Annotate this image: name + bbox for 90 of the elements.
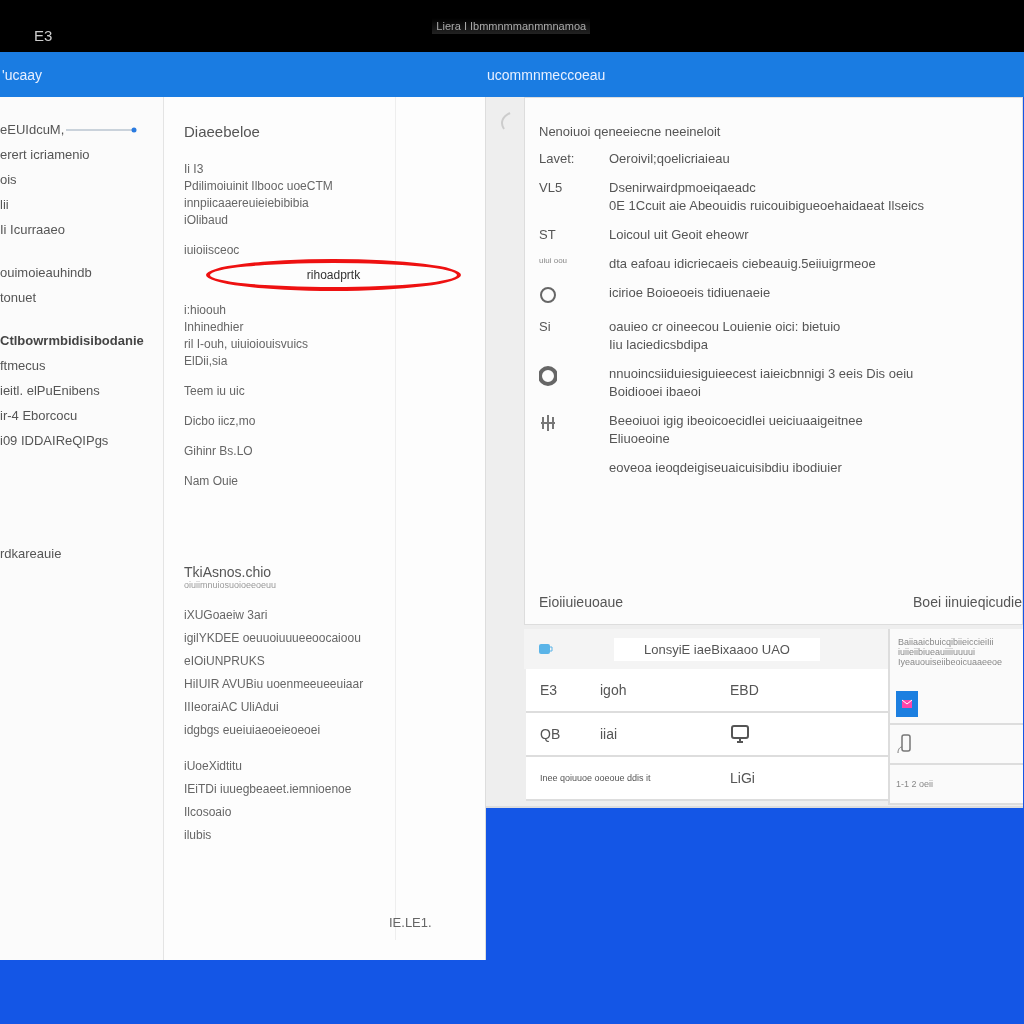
side-text: 1-1 2 oeii — [896, 778, 934, 789]
top-bar-title: Liera I Ibmmnmmanmmnamoa — [432, 18, 591, 34]
detail-text: Boidiooei ibaeoi — [609, 384, 702, 399]
table-cell-text: iiai — [600, 726, 619, 742]
circled-label: rihoadprtk — [206, 259, 461, 291]
nav-item[interactable]: erert icriamenio — [0, 147, 163, 162]
detail-text: Beeoiuoi igig ibeoicoecidlei ueiciuaaigeitnee — [609, 413, 863, 428]
detail-text: eoveoa ieoqdeigiseuaicuisibdiu ibodiuier — [609, 460, 842, 475]
nav-item[interactable]: Ii Icurraaeo — [0, 222, 163, 237]
toolbar-label: LonsyiE iaeBixaaoo UAO — [614, 637, 820, 661]
row-label: ST — [539, 227, 556, 242]
card-footer-text: Boei iinuieqicudie — [913, 594, 1022, 610]
list-item[interactable]: Dicbo iicz,mo — [184, 414, 395, 428]
list-item[interactable]: eIOiUNPRUKS — [184, 654, 395, 668]
list-item[interactable]: ril I-ouh, uiuioiouisvuics — [184, 337, 395, 351]
list-item[interactable]: ElDii,sia — [184, 354, 395, 368]
table-row[interactable]: QB iiai — [526, 713, 888, 757]
card-footer-text: Eioiiuieuoaue — [539, 594, 624, 610]
monitor-icon — [730, 724, 750, 744]
detail-text: Loicoul uit Geoit eheowr — [609, 227, 749, 242]
detail-text: Oeroivil;qoelicriaieau — [609, 151, 730, 166]
nav-item[interactable]: Ctlbowrmbidisibodanie — [0, 333, 163, 348]
list-item[interactable]: Ilcosoaio — [184, 805, 395, 819]
nav-item[interactable]: ieitl. elPuEnibens — [0, 383, 163, 398]
nav-item[interactable]: rdkareauie — [0, 546, 163, 561]
detail-text: icirioe Boioeoeis tidiuenaeie — [609, 285, 771, 300]
list-item[interactable]: Nam Ouie — [184, 474, 395, 488]
row-label: uiui oou — [539, 256, 568, 265]
detail-text: Iiu laciedicsbdipa — [609, 337, 709, 352]
list-item[interactable]: igilYKDEE oeuuoiuuueeoocaioou — [184, 631, 395, 645]
table-row[interactable]: E3 igoh EBD — [526, 669, 888, 713]
list-item[interactable]: Ii I3 — [184, 162, 395, 176]
detail-text: 0E 1Ccuit aie Abeouidis ruicouibigueoehaidaeat Ilseics — [609, 198, 925, 213]
detail-text: nnuoincsiiduiesiguieecest iaieicbnnigi 3 eeis Dis oeiu — [609, 366, 914, 381]
phone-icon — [896, 732, 914, 755]
nav-item[interactable]: ftmecus — [0, 358, 163, 373]
table-cell: LiGi — [730, 770, 755, 786]
envelope-icon — [902, 698, 912, 709]
row-label: VL5 — [539, 180, 563, 195]
table-cell-text: Inee qoiuuoe ooeoue ddis it — [540, 773, 652, 783]
side-text: BaiiaaicbuicqibiieiccieiIii — [898, 637, 995, 647]
list-item[interactable]: iOlibaud — [184, 213, 395, 227]
window-title: ucommnmeccoeau — [487, 66, 606, 83]
nav-item[interactable]: i09 IDDAIReQIPgs — [0, 433, 163, 448]
card-title: Nenoiuoi qeneeiecne neeineloit — [539, 124, 722, 139]
bars-icon — [539, 413, 557, 433]
detail-text: Eliuoeoine — [609, 431, 671, 446]
app-title: 'ucaay — [2, 66, 44, 83]
section-title: TkiAsnos.chio — [184, 564, 273, 580]
row-label: Si — [539, 319, 551, 334]
detail-text: oauieo cr oineecou Louienie oici: bietuio — [609, 319, 841, 334]
list-item[interactable]: i:hioouh — [184, 303, 395, 317]
leaf-icon — [498, 111, 512, 131]
circle-icon — [539, 285, 557, 305]
detail-text: dta eafoau idicriecaeis ciebeauig.5eiiuigrmeoe — [609, 256, 876, 271]
cup-icon — [538, 642, 554, 656]
nav-item[interactable]: eEUIdcuM, — [0, 122, 65, 137]
table-cell-text: igoh — [600, 682, 628, 698]
list-item[interactable]: Teem iu uic — [184, 384, 395, 398]
table-row[interactable]: Inee qoiuuoe ooeoue ddis it LiGi — [526, 757, 888, 801]
list-item[interactable]: Inhinedhier — [184, 320, 395, 334]
list-item[interactable]: IEiTDi iuuegbeaeet.iemnioenoe — [184, 782, 395, 796]
side-text: iuiieiibiueauiiiiuuuui — [898, 647, 977, 657]
table-cell-text: E3 — [540, 682, 559, 698]
nav-item[interactable]: ir-4 Eborcocu — [0, 408, 163, 423]
list-item[interactable]: Gihinr Bs.LO — [184, 444, 395, 458]
panel-title: Diaeebeloe — [184, 123, 261, 140]
list-item[interactable]: iuioiisceoc — [184, 243, 395, 257]
section-subtitle: oiuiimnuiosuoioeeoeuu — [184, 580, 278, 590]
table-cell: EBD — [730, 682, 759, 698]
list-item[interactable]: ilubis — [184, 828, 395, 842]
app-badge-icon[interactable] — [896, 690, 918, 717]
top-bar-label: E3 — [34, 26, 53, 44]
line-marker-icon — [66, 125, 139, 134]
footer-label: IE.LE1. — [389, 915, 432, 930]
row-label: Lavet: — [539, 151, 575, 166]
nav-item[interactable]: ois — [0, 172, 163, 187]
list-item[interactable]: iUoeXidtitu — [184, 759, 395, 773]
nav-item[interactable]: lii — [0, 197, 163, 212]
nav-item[interactable]: ouimoieauhindb — [0, 265, 163, 280]
list-item[interactable]: Pdilimoiuinit Ilbooc uoeCTM — [184, 179, 395, 193]
list-item[interactable]: IIIeoraiAC UliAdui — [184, 700, 395, 714]
list-item[interactable]: HiIUIR AVUBiu uoenmeeueeuiaar — [184, 677, 395, 691]
table-cell-text: QB — [540, 726, 562, 742]
list-item[interactable]: iXUGoaeiw 3ari — [184, 608, 395, 622]
side-text: Iyeauouiseiibeoicuaaeeoe — [898, 657, 1004, 667]
nav-item[interactable]: tonuet — [0, 290, 163, 305]
list-item[interactable]: idgbgs eueiuiaeoeieoeoei — [184, 723, 395, 737]
list-item[interactable]: innpiicaaereuieiebibibia — [184, 196, 395, 210]
detail-text: Dsenirwairdpmoeiqaeadc — [609, 180, 757, 195]
